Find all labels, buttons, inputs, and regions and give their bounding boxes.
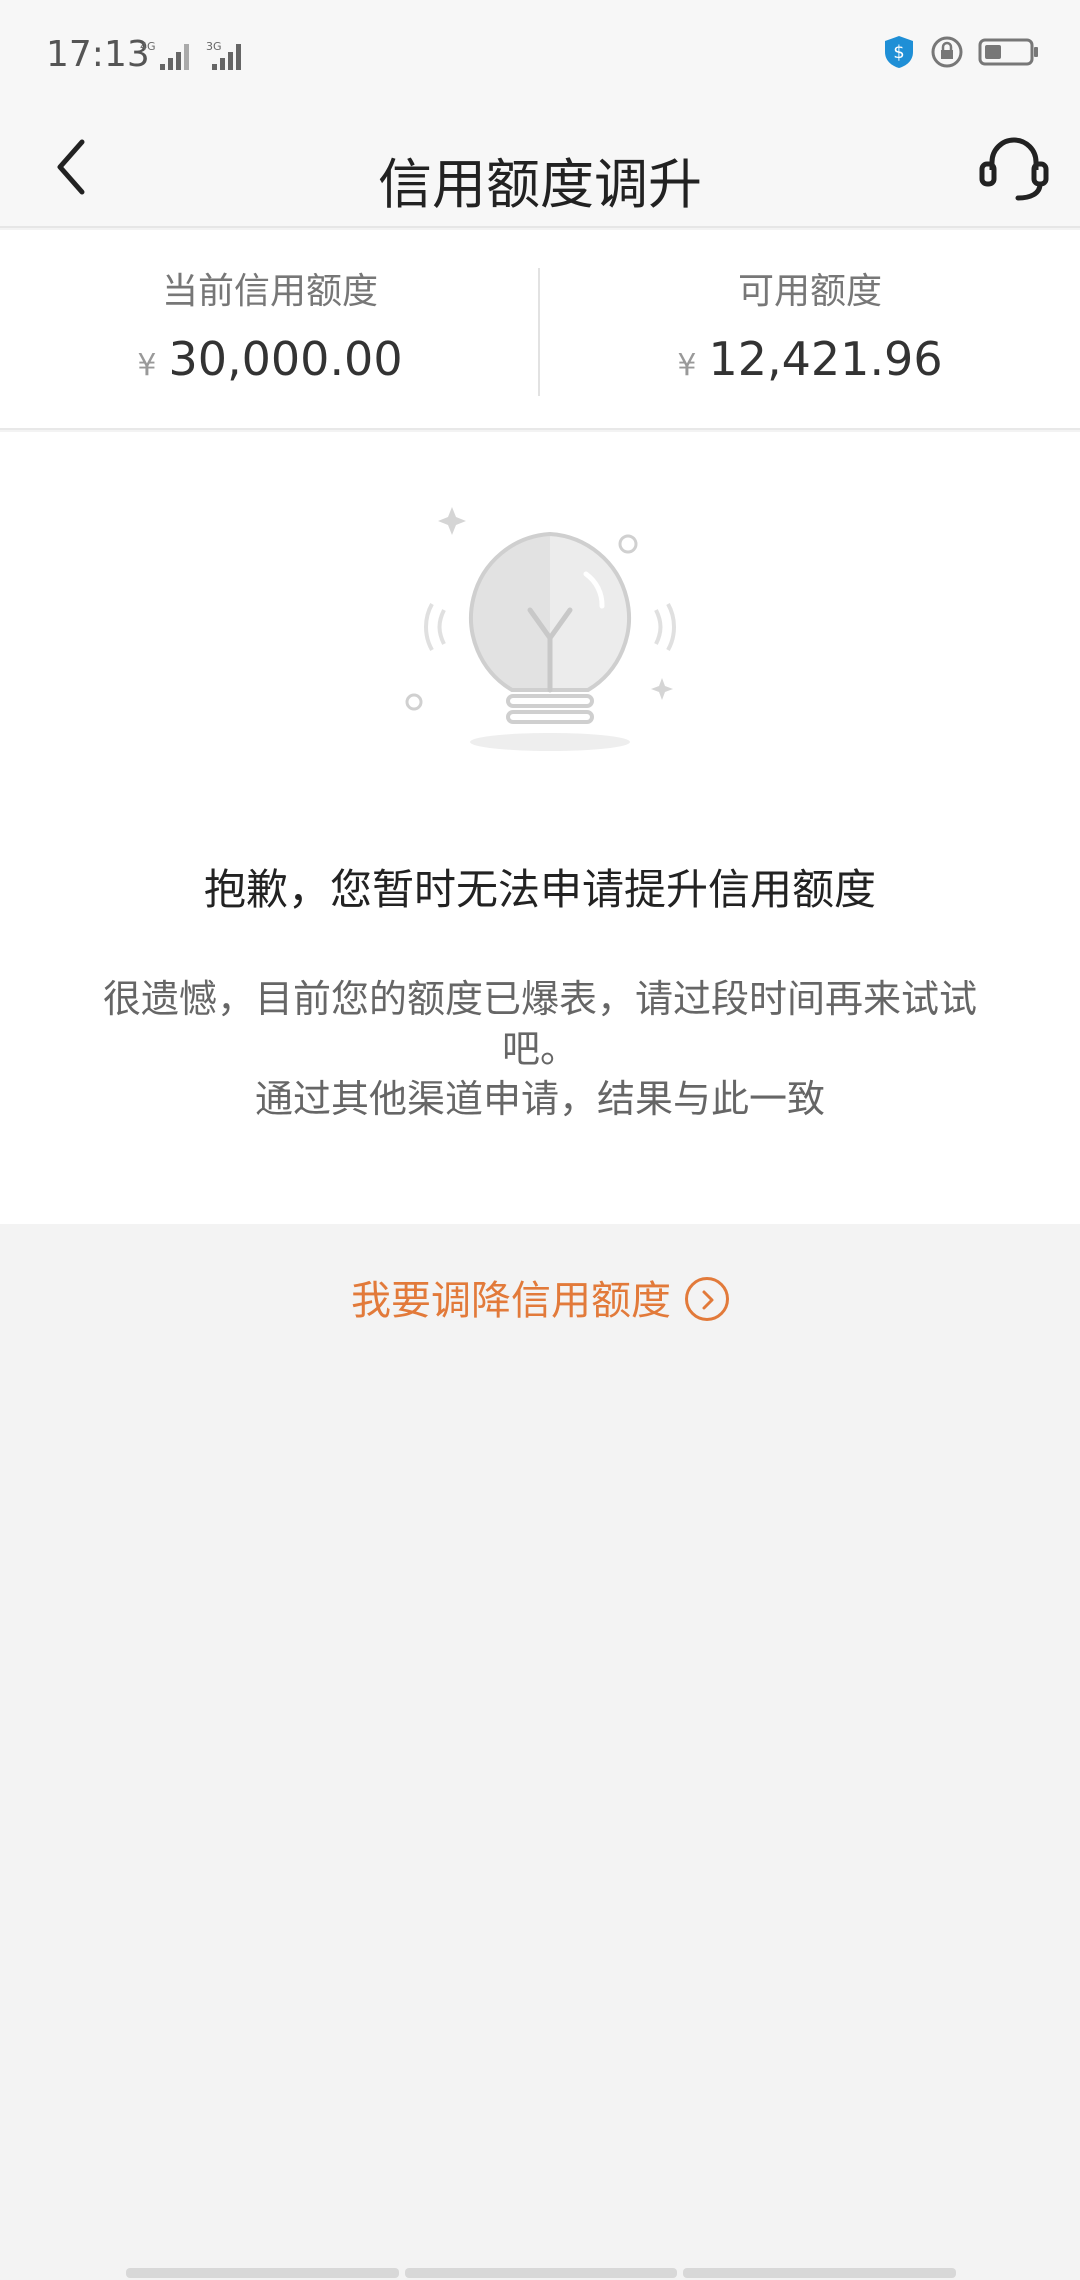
svg-text:$: $ bbox=[893, 42, 904, 63]
lightbulb-icon bbox=[405, 507, 676, 751]
reduce-credit-label: 我要调降信用额度 bbox=[351, 1278, 671, 1324]
currency-symbol: ¥ bbox=[677, 348, 697, 383]
available-credit-value: 12,421.96 bbox=[708, 332, 943, 386]
battery-icon bbox=[978, 38, 1038, 66]
signal-type-label: 4G bbox=[140, 40, 156, 53]
result-line-2: 通过其他渠道申请，结果与此一致 bbox=[254, 1077, 825, 1121]
chevron-right-circle-icon bbox=[685, 1277, 729, 1321]
home-indicator bbox=[126, 2268, 957, 2278]
current-credit: 当前信用额度 ¥30,000.00 bbox=[0, 262, 540, 386]
result-title: 抱歉，您暂时无法申请提升信用额度 bbox=[203, 865, 876, 914]
current-credit-label: 当前信用额度 bbox=[161, 271, 378, 312]
status-bar: 17:13 4G 3G $ bbox=[0, 0, 1080, 110]
nav-segment bbox=[404, 2268, 678, 2278]
available-credit: 可用额度 ¥12,421.96 bbox=[540, 262, 1080, 386]
current-credit-amount: ¥30,000.00 bbox=[0, 332, 540, 386]
reduce-credit-link[interactable]: 我要调降信用额度 bbox=[0, 1268, 1080, 1326]
nav-segment bbox=[126, 2268, 399, 2278]
signal-type-label-2: 3G bbox=[206, 40, 222, 53]
customer-service-icon[interactable] bbox=[976, 128, 1052, 208]
lock-icon bbox=[931, 36, 963, 68]
result-card: 抱歉，您暂时无法申请提升信用额度 很遗憾，目前您的额度已爆表，请过段时间再来试试… bbox=[0, 432, 1080, 1224]
nav-bar: 信用额度调升 bbox=[0, 110, 1080, 228]
signal-icon-2: 3G bbox=[206, 40, 241, 70]
nav-segment bbox=[683, 2268, 957, 2278]
shield-icon: $ bbox=[885, 36, 913, 68]
available-credit-amount: ¥12,421.96 bbox=[540, 332, 1080, 386]
credit-summary: 当前信用额度 ¥30,000.00 可用额度 ¥12,421.96 bbox=[0, 230, 1080, 430]
available-credit-label: 可用额度 bbox=[737, 271, 882, 312]
status-time: 17:13 bbox=[46, 34, 150, 75]
page-title: 信用额度调升 bbox=[378, 153, 702, 216]
current-credit-value: 30,000.00 bbox=[168, 332, 403, 386]
result-line-1: 很遗憾，目前您的额度已爆表，请过段时间再来试试吧。 bbox=[102, 977, 977, 1071]
signal-icon: 4G bbox=[140, 40, 189, 70]
result-body: 很遗憾，目前您的额度已爆表，请过段时间再来试试吧。 通过其他渠道申请，结果与此一… bbox=[70, 974, 1010, 1124]
currency-symbol: ¥ bbox=[137, 348, 157, 383]
